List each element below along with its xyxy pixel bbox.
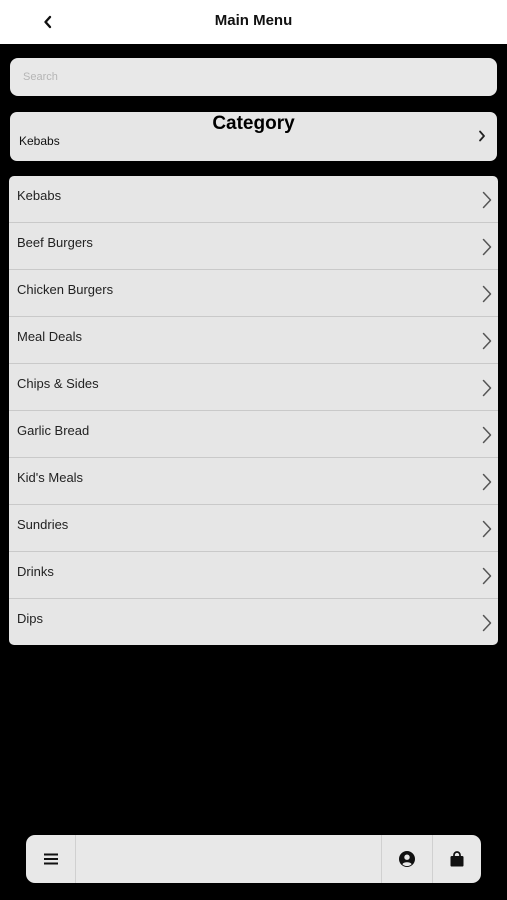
list-item-label: Drinks (17, 564, 54, 579)
list-item-label: Kebabs (17, 188, 62, 203)
user-circle-icon (399, 851, 415, 867)
category-selected-value: Kebabs (19, 134, 60, 148)
chevron-right-icon (482, 520, 492, 538)
list-item-sundries[interactable]: Sundries (9, 505, 498, 552)
list-item-label: Beef Burgers (17, 235, 93, 250)
list-item-chicken-burgers[interactable]: Chicken Burgers (9, 270, 498, 317)
chevron-right-icon (482, 191, 492, 209)
list-item-label: Chips & Sides (17, 376, 99, 391)
chevron-right-icon (482, 285, 492, 303)
list-item-label: Meal Deals (17, 329, 83, 344)
list-item-meal-deals[interactable]: Meal Deals (9, 317, 498, 364)
chevron-right-icon (482, 567, 492, 585)
chevron-right-icon (482, 332, 492, 350)
chevron-right-icon (482, 473, 492, 491)
menu-button[interactable] (26, 835, 76, 883)
chevron-right-icon (479, 130, 485, 142)
category-title: Category (212, 113, 295, 134)
basket-button[interactable] (432, 835, 481, 883)
list-item-label: Chicken Burgers (17, 282, 114, 297)
list-item-label: Garlic Bread (17, 423, 90, 438)
search-input[interactable] (10, 58, 497, 96)
list-item-garlic-bread[interactable]: Garlic Bread (9, 411, 498, 458)
category-selector[interactable]: Category Kebabs (10, 112, 497, 161)
account-button[interactable] (381, 835, 433, 883)
chevron-right-icon (482, 426, 492, 444)
hamburger-menu-icon (43, 853, 58, 865)
list-item-label: Kid's Meals (17, 470, 84, 485)
list-item-beef-burgers[interactable]: Beef Burgers (9, 223, 498, 270)
list-item-label: Sundries (17, 517, 69, 532)
shopping-bag-icon (450, 851, 463, 867)
list-item-kids-meals[interactable]: Kid's Meals (9, 458, 498, 505)
list-item-dips[interactable]: Dips (9, 599, 498, 645)
bottom-toolbar (26, 835, 481, 883)
header-bar: Main Menu (0, 0, 507, 44)
chevron-right-icon (482, 238, 492, 256)
list-item-label: Dips (17, 611, 44, 626)
chevron-right-icon (482, 379, 492, 397)
menu-category-list: Kebabs Beef Burgers Chicken Burgers Meal… (9, 176, 498, 645)
page-title: Main Menu (214, 12, 293, 29)
list-item-kebabs[interactable]: Kebabs (9, 176, 498, 223)
list-item-chips-sides[interactable]: Chips & Sides (9, 364, 498, 411)
chevron-right-icon (482, 614, 492, 632)
list-item-drinks[interactable]: Drinks (9, 552, 498, 599)
